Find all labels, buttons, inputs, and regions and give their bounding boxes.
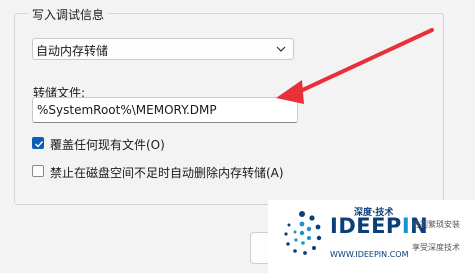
watermark-url: WWW.IDEEPIN.COM — [330, 250, 409, 259]
watermark: 深度·技术 IDEEPIN WWW.IDEEPIN.COM 告别繁琐安装 享受深… — [268, 200, 475, 273]
watermark-brand-prefix: IDEEP — [330, 214, 402, 238]
watermark-slogan-2: 享受深度技术 — [412, 243, 460, 252]
watermark-slogan-1: 告别繁琐安装 — [412, 220, 460, 229]
watermark-brand-i: I — [401, 214, 411, 238]
ideepin-logo-icon — [284, 211, 322, 255]
